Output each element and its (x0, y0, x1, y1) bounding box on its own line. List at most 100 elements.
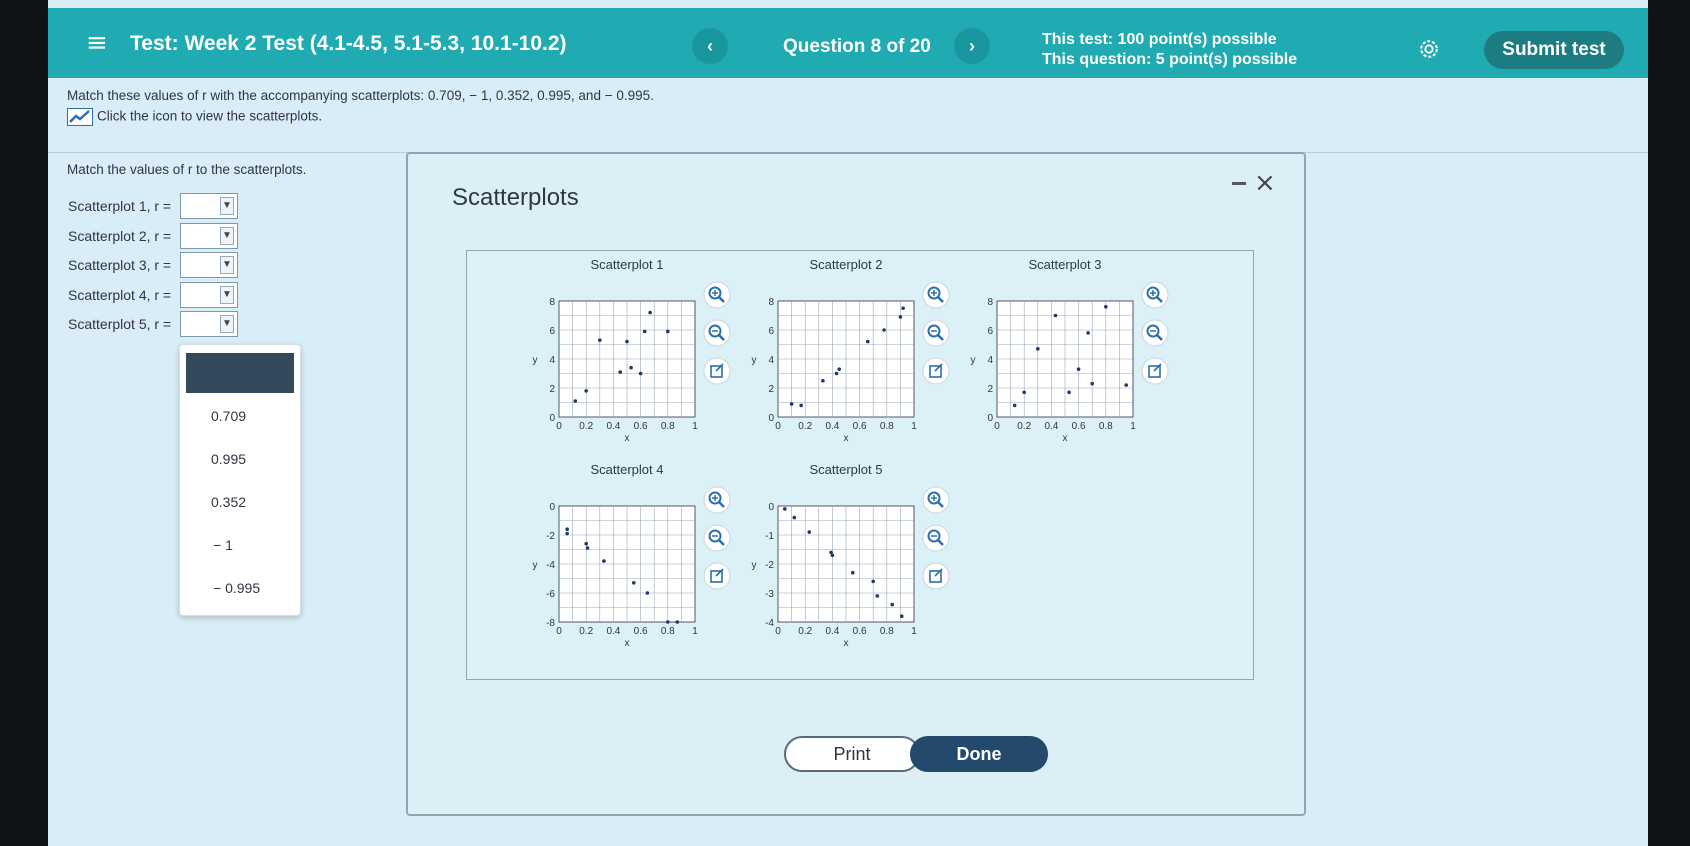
scatterplot-2: Scatterplot 2 0 0.2 0.4 0.6 0.8 1 0 2 4 6 8 x y (752, 257, 950, 444)
open-new-window-icon[interactable] (922, 357, 950, 385)
question-counter[interactable]: Question 8 of 20 (783, 36, 931, 58)
plot-title: Scatterplot 4 (591, 462, 664, 477)
option-0-709[interactable]: 0.709 (211, 408, 246, 424)
zoom-out-icon[interactable] (1141, 319, 1169, 347)
scatterplot-2-row: Scatterplot 2, r = ▼ (68, 222, 238, 250)
y-tick-label: -4 (546, 560, 555, 571)
x-tick-label: 0.2 (798, 421, 812, 432)
x-tick-label: 0.8 (880, 626, 894, 637)
scatterplot-4-r-dropdown[interactable]: ▼ (180, 282, 238, 308)
open-new-window-icon[interactable] (703, 357, 731, 385)
y-tick-label: 8 (549, 297, 555, 308)
scatterplot-3-r-dropdown[interactable]: ▼ (180, 252, 238, 278)
data-point (837, 367, 841, 371)
x-tick-label: 0.8 (661, 626, 675, 637)
y-tick-label: -3 (765, 589, 774, 600)
x-axis-label: x (1063, 433, 1068, 444)
x-tick-label: 0.6 (1072, 421, 1086, 432)
data-point (882, 328, 886, 332)
scatterplot-2-r-dropdown[interactable]: ▼ (180, 223, 238, 249)
data-point (565, 527, 569, 531)
scatterplots-panel: Scatterplot 1 0 0.2 0.4 0.6 0.8 1 0 2 4 6 8 x y Scatte… (466, 250, 1254, 680)
x-tick-label: 1 (692, 626, 698, 637)
x-tick-label: 0.4 (825, 626, 839, 637)
scatterplot-5-r-dropdown[interactable]: ▼ (180, 311, 238, 337)
zoom-out-icon-bg (922, 524, 950, 552)
zoom-in-icon[interactable] (703, 281, 731, 309)
data-point (666, 329, 670, 334)
view-scatterplots-link[interactable]: Click the icon to view the scatterplots. (97, 109, 322, 124)
zoom-in-icon[interactable] (922, 281, 950, 309)
x-tick-label: 0.4 (825, 421, 839, 432)
data-point (598, 338, 602, 342)
zoom-in-icon[interactable] (1141, 281, 1169, 309)
data-point (834, 371, 839, 376)
data-point (899, 614, 904, 618)
option-0-995[interactable]: 0.995 (211, 451, 246, 467)
menu-icon[interactable]: ≡ (86, 28, 108, 58)
scatterplot-1-r-dropdown[interactable]: ▼ (180, 193, 238, 219)
scatterplot-3-label: Scatterplot 3, r = (68, 257, 172, 273)
scatterplot-4-label: Scatterplot 4, r = (68, 287, 172, 303)
data-point (666, 620, 670, 624)
data-point (584, 389, 588, 393)
zoom-in-icon[interactable] (922, 486, 950, 514)
x-tick-label: 0.2 (579, 421, 593, 432)
data-point (618, 370, 622, 374)
data-point (871, 579, 875, 584)
zoom-out-icon[interactable] (922, 319, 950, 347)
x-tick-label: 0.2 (579, 626, 593, 637)
x-tick-label: 0.6 (634, 626, 648, 637)
data-point (1104, 305, 1108, 309)
x-axis-label: x (844, 433, 849, 444)
option-minus-0-995[interactable]: − 0.995 (213, 580, 260, 596)
close-icon[interactable]: × (1254, 168, 1276, 198)
data-point (625, 339, 629, 344)
open-new-window-icon[interactable] (922, 562, 950, 590)
done-button[interactable]: Done (910, 736, 1048, 772)
gear-icon[interactable] (1418, 38, 1440, 60)
data-point (602, 559, 606, 563)
match-instruction: Match the values of r to the scatterplot… (67, 162, 307, 177)
data-point (1022, 390, 1026, 395)
open-new-window-icon[interactable] (703, 562, 731, 590)
data-point (865, 339, 870, 344)
x-tick-label: 1 (911, 626, 917, 637)
chevron-down-icon: ▼ (220, 286, 234, 304)
chevron-down-icon: ▼ (220, 256, 234, 274)
dialog-title: Scatterplots (452, 184, 579, 211)
zoom-in-icon-bg (703, 281, 731, 309)
x-axis-label: x (625, 638, 630, 649)
y-axis-label: y (533, 560, 538, 571)
data-point (1124, 383, 1128, 387)
scatterplot-3: Scatterplot 3 0 0.2 0.4 0.6 0.8 1 0 2 4 6 8 x y (971, 257, 1169, 444)
previous-question-button[interactable]: ‹ (692, 28, 728, 64)
zoom-out-icon[interactable] (703, 524, 731, 552)
data-point (807, 530, 812, 534)
zoom-out-icon-bg (922, 319, 950, 347)
zoom-in-icon[interactable] (703, 486, 731, 514)
data-point (632, 581, 636, 585)
data-point (898, 315, 903, 319)
selected-option-highlight[interactable] (186, 353, 294, 393)
plot-title: Scatterplot 2 (810, 257, 883, 272)
minimize-icon[interactable] (1232, 182, 1246, 185)
data-point (638, 371, 643, 376)
x-tick-label: 0.4 (606, 421, 620, 432)
y-tick-label: -2 (546, 531, 555, 542)
print-button[interactable]: Print (784, 736, 920, 772)
chart-icon[interactable] (67, 108, 93, 126)
option-0-352[interactable]: 0.352 (211, 494, 246, 510)
option-minus-1[interactable]: − 1 (213, 537, 233, 553)
y-tick-label: -2 (765, 560, 774, 571)
zoom-out-icon[interactable] (703, 319, 731, 347)
data-point (851, 570, 855, 575)
data-point (890, 602, 895, 607)
open-new-window-icon[interactable] (1141, 357, 1169, 385)
zoom-out-icon[interactable] (922, 524, 950, 552)
y-tick-label: 2 (987, 384, 993, 395)
y-tick-label: 2 (549, 384, 555, 395)
next-question-button[interactable]: › (954, 28, 990, 64)
submit-test-button[interactable]: Submit test (1484, 31, 1624, 69)
data-point (573, 399, 578, 403)
